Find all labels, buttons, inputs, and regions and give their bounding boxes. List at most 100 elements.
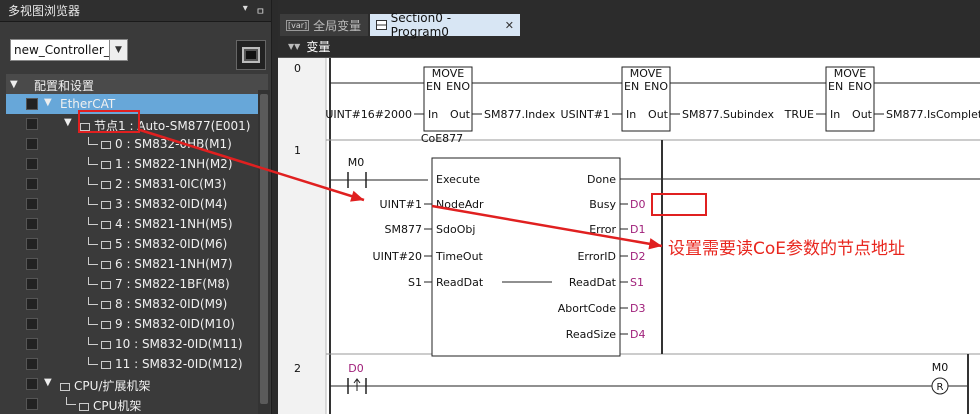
tree-item-config[interactable]: ▼ 配置和设置 <box>6 74 268 94</box>
tree-line-icon <box>88 157 98 165</box>
tree-item-module[interactable]: 2 : SM831-0IC(M3) <box>6 174 268 194</box>
fb-output-var: D4 <box>630 328 645 341</box>
rung-number-gutter <box>278 58 326 414</box>
tree-label: CPU机架 <box>93 399 142 413</box>
fb-input-pin: Execute <box>436 173 480 186</box>
fb-output-pin: AbortCode <box>558 302 616 315</box>
tree-label: 配置和设置 <box>34 79 95 93</box>
tree-item-module[interactable]: 0 : SM832-0HB(M1) <box>6 134 268 154</box>
fb-output-var: S1 <box>630 276 644 289</box>
tree-label: CPU/扩展机架 <box>74 379 151 393</box>
move-input-var: UINT#16#2000 <box>325 108 412 121</box>
fb-instance: CoE877 <box>421 132 463 145</box>
rack-icon <box>60 382 70 391</box>
fb-output-pin: Done <box>587 173 616 186</box>
tree-label: 11 : SM832-0ID(M12) <box>115 357 243 371</box>
fb-input-var: S1 <box>408 276 422 289</box>
tree-item-cpu[interactable]: CPU机架 <box>6 394 268 414</box>
tree-label: 8 : SM832-0ID(M9) <box>115 297 228 311</box>
tree-item-module[interactable]: 3 : SM832-0ID(M4) <box>6 194 268 214</box>
tree-label: EtherCAT <box>60 97 116 111</box>
tree-item-module[interactable]: 1 : SM822-1NH(M2) <box>6 154 268 174</box>
tree-label: 1 : SM822-1NH(M2) <box>115 157 233 171</box>
move-input-var: TRUE <box>784 108 814 121</box>
fb-output-pin: Error <box>589 223 616 236</box>
tree-item-module[interactable]: 9 : SM832-0ID(M10) <box>6 314 268 334</box>
expand-arrow-icon[interactable]: ▼ <box>64 117 76 128</box>
chevron-down-icon: ▼▼ <box>288 42 301 51</box>
rising-edge-icon <box>353 378 361 391</box>
tree-item-cpu-rack[interactable]: ▼ CPU/扩展机架 <box>6 374 268 394</box>
tree-line-icon <box>88 237 98 245</box>
module-icon <box>101 200 111 209</box>
block-name: MOVE <box>630 67 662 80</box>
tree-line-icon <box>88 257 98 265</box>
fb-input-var: SM877 <box>385 223 422 236</box>
contact-label: D0 <box>348 362 363 375</box>
pin-in: In <box>428 108 438 121</box>
pin-icon[interactable]: ㅁ <box>256 3 265 18</box>
multiview-explorer: 多视图浏览器 ▾ ㅁ new_Controller_0 ▼ ▼ 配置和设置 ▼ … <box>0 0 272 414</box>
tab-label: 全局变量 <box>313 18 362 33</box>
expand-arrow-icon[interactable]: ▼ <box>44 377 56 388</box>
module-icon <box>101 300 111 309</box>
fb-output-var: D1 <box>630 223 645 236</box>
variable-icon: [var] <box>286 19 310 31</box>
tree-item-module[interactable]: 5 : SM832-0ID(M6) <box>6 234 268 254</box>
tree-item-module[interactable]: 7 : SM822-1BF(M8) <box>6 274 268 294</box>
fb-input-pin: TimeOut <box>435 250 484 263</box>
fb-output-pin: ErrorID <box>577 250 616 263</box>
variable-table-toggle[interactable]: ▼▼ 变量 <box>278 36 980 58</box>
fb-output-var: D3 <box>630 302 645 315</box>
tree-line-icon <box>88 137 98 145</box>
tree-item-module[interactable]: 8 : SM832-0ID(M9) <box>6 294 268 314</box>
rung-number: 0 <box>294 62 301 75</box>
pin-en: EN <box>624 80 639 93</box>
variable-bar-label: 变量 <box>306 40 331 54</box>
fb-output-pin: Busy <box>589 198 616 211</box>
pin-eno: ENO <box>644 80 668 93</box>
controller-select[interactable]: new_Controller_0 ▼ <box>10 39 128 61</box>
controller-device-icon[interactable] <box>236 40 266 70</box>
tree-item-module[interactable]: 11 : SM832-0ID(M12) <box>6 354 268 374</box>
tree-item-module[interactable]: 6 : SM821-1NH(M7) <box>6 254 268 274</box>
editor-area: [var] 全局变量 Section0 - Program0 ✕ ▼▼ 变量 0… <box>278 0 980 414</box>
move-output-var: SM877.IsCompleteAccess <box>886 108 980 121</box>
module-icon <box>101 320 111 329</box>
chevron-down-icon[interactable]: ▼ <box>109 40 127 60</box>
expand-arrow-icon[interactable]: ▼ <box>44 97 56 108</box>
block-name: MOVE <box>432 67 464 80</box>
explorer-title: 多视图浏览器 <box>8 4 81 18</box>
tree-label: 5 : SM832-0ID(M6) <box>115 237 228 251</box>
tree-item-module[interactable]: 4 : SM821-1NH(M5) <box>6 214 268 234</box>
module-icon <box>101 160 111 169</box>
pin-in: In <box>626 108 636 121</box>
ladder-program-icon <box>376 20 387 30</box>
block-name: MOVE <box>834 67 866 80</box>
tree-line-icon <box>66 397 76 405</box>
dropdown-icon[interactable]: ▾ <box>243 3 248 18</box>
tree-label: 4 : SM821-1NH(M5) <box>115 217 233 231</box>
module-icon <box>101 340 111 349</box>
tree-scrollbar[interactable] <box>258 90 270 414</box>
expand-arrow-icon[interactable]: ▼ <box>10 79 22 90</box>
move-input-var: USINT#1 <box>561 108 610 121</box>
nodeadr-highlight-box <box>651 193 707 216</box>
fb-output-var: D0 <box>630 198 645 211</box>
move-output-var: SM877.Index <box>484 108 556 121</box>
pin-out: Out <box>648 108 669 121</box>
rung-number: 1 <box>294 144 301 157</box>
tree-label: 2 : SM831-0IC(M3) <box>115 177 227 191</box>
close-icon[interactable]: ✕ <box>505 19 514 32</box>
pin-en: EN <box>426 80 441 93</box>
tree-item-module[interactable]: 10 : SM832-0ID(M11) <box>6 334 268 354</box>
tree-label: 9 : SM832-0ID(M10) <box>115 317 235 331</box>
module-icon <box>101 140 111 149</box>
tree-line-icon <box>88 217 98 225</box>
tree-line-icon <box>88 317 98 325</box>
tab-section0-program0[interactable]: Section0 - Program0 ✕ <box>370 11 520 39</box>
node-highlight-box <box>78 110 140 133</box>
contact-label: M0 <box>348 156 365 169</box>
fb-input-var: UINT#1 <box>380 198 422 211</box>
tab-global-variables[interactable]: [var] 全局变量 <box>280 14 368 36</box>
